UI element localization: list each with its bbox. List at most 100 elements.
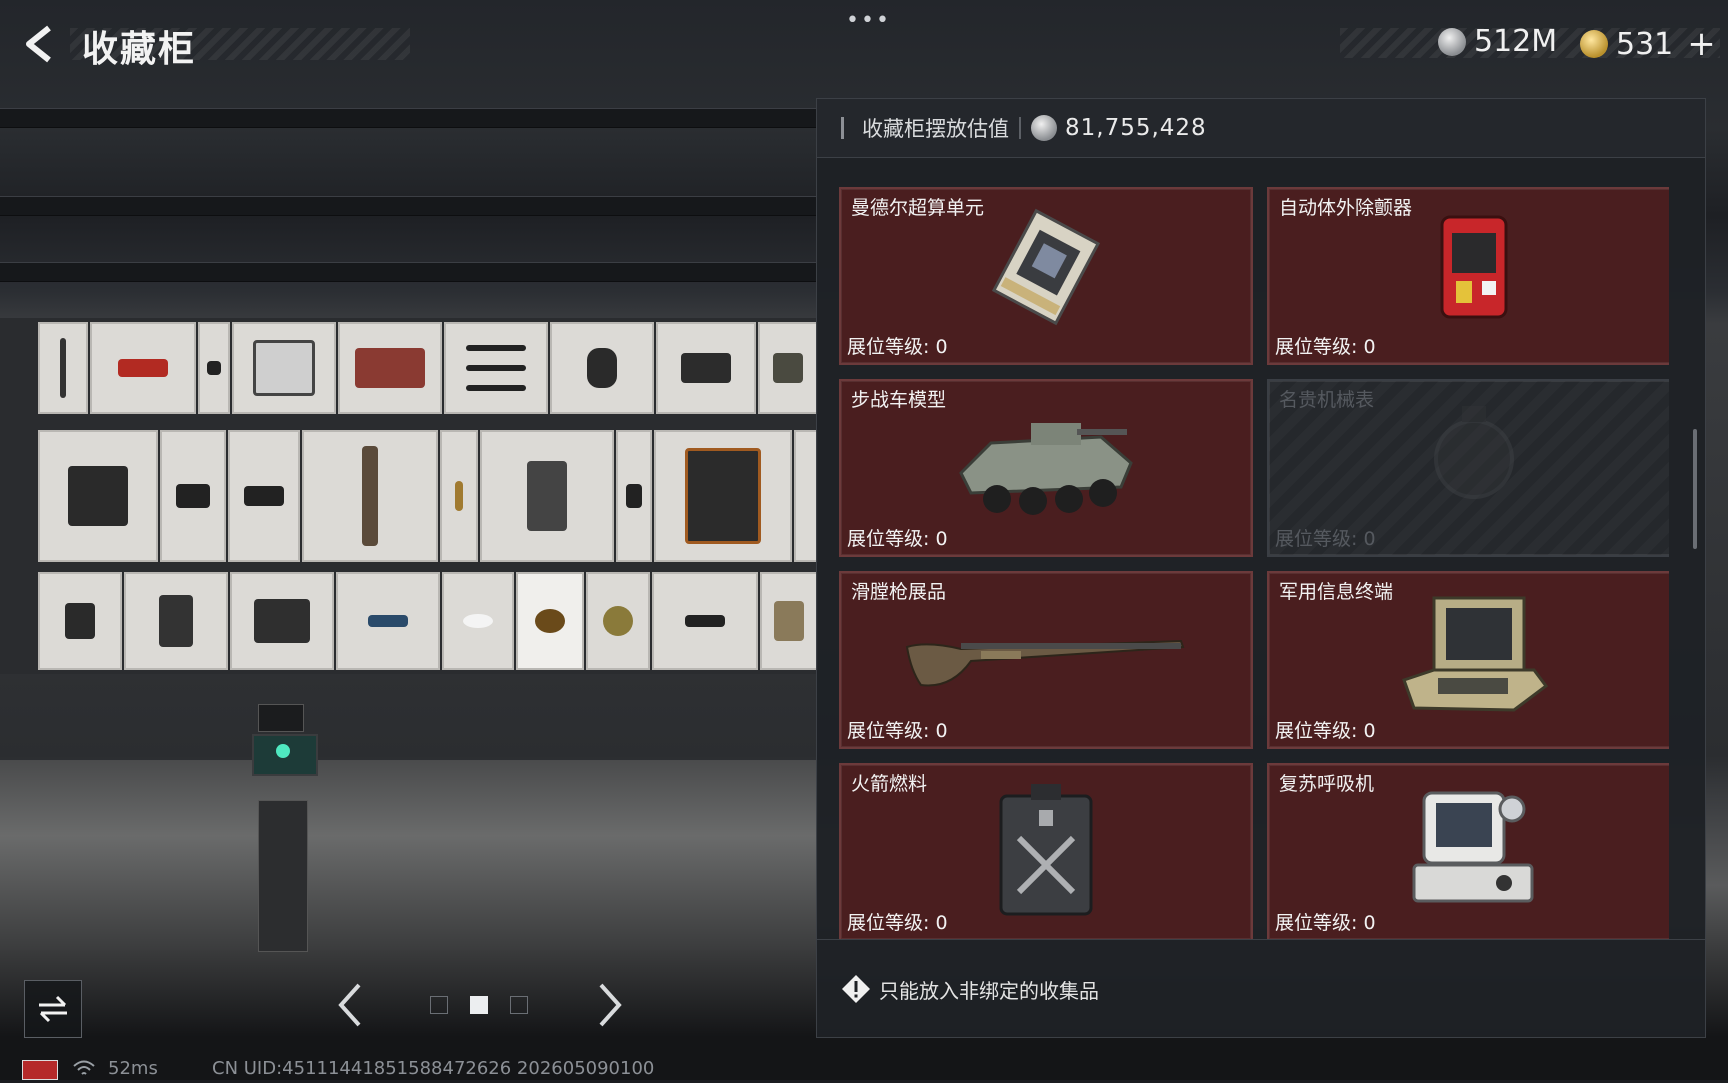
back-button[interactable] (20, 24, 60, 64)
shelf-cell (38, 322, 88, 414)
shelf-cell (550, 322, 654, 414)
shelf-cell (444, 322, 548, 414)
shelf-cell (160, 430, 226, 562)
silver-currency-value: 512M (1474, 24, 1558, 59)
gold-currency[interactable]: 531 + (1580, 24, 1716, 64)
shelf-cell (38, 572, 122, 670)
shelf-cell (758, 322, 818, 414)
shelf-cell (232, 322, 336, 414)
shelf-cell (198, 322, 230, 414)
collectible-name: 滑膛枪展品 (851, 581, 947, 603)
defibrillator-icon (1434, 207, 1514, 331)
shelf-cell (302, 430, 438, 562)
collectible-name: 火箭燃料 (851, 773, 928, 795)
next-page-button[interactable] (590, 980, 630, 1030)
booth-level: 展位等级: 0 (847, 720, 948, 742)
ceiling-beam (0, 108, 818, 128)
supercomputer-chip-icon (981, 207, 1111, 331)
booth-level: 展位等级: 0 (1275, 528, 1376, 550)
shelf-cell (480, 430, 614, 562)
booth-level: 展位等级: 0 (1275, 912, 1376, 934)
booth-level: 展位等级: 0 (1275, 720, 1376, 742)
rocket-fuel-can-icon (991, 780, 1101, 924)
booth-level: 展位等级: 0 (847, 528, 948, 550)
grid-scrollbar[interactable] (1693, 429, 1697, 549)
shelf-cell (654, 430, 792, 562)
header-accent-bar (841, 117, 844, 139)
estimate-header: 收藏柜摆放估值 81,755,428 (817, 99, 1705, 158)
shelf-cell (124, 572, 228, 670)
panel-footer: 只能放入非绑定的收集品 (817, 939, 1705, 1038)
gold-coin-icon (1580, 30, 1608, 58)
shelf-cell (656, 322, 756, 414)
swap-arrows-icon (39, 995, 67, 1023)
shelf-cell (442, 572, 514, 670)
shelf-cell (760, 572, 818, 670)
booth-level: 展位等级: 0 (847, 912, 948, 934)
chevron-right-icon (599, 983, 622, 1027)
collectible-name: 名贵机械表 (1279, 389, 1375, 411)
shelf-cell (230, 572, 334, 670)
ceiling-beam (0, 196, 818, 216)
shelf-cell (338, 322, 442, 414)
collectible-name: 步战车模型 (851, 389, 947, 411)
shelf-cell (228, 430, 300, 562)
gold-currency-value: 531 (1616, 26, 1674, 62)
shelf-cell (38, 430, 158, 562)
shelf-cell (336, 572, 440, 670)
collectible-name: 军用信息终端 (1279, 581, 1394, 603)
page-indicator-active[interactable] (470, 996, 488, 1014)
warning-diamond-icon (842, 975, 870, 1003)
collectible-card[interactable]: 步战车模型 展位等级: 0 (839, 379, 1253, 557)
add-currency-button[interactable]: + (1687, 24, 1716, 64)
musket-icon (901, 611, 1191, 695)
silver-coin-icon (1031, 115, 1057, 141)
collectible-card[interactable]: 火箭燃料 展位等级: 0 (839, 763, 1253, 939)
mechanical-watch-icon (1424, 404, 1524, 518)
estimate-value: 81,755,428 (1065, 115, 1207, 141)
military-terminal-icon (1394, 590, 1554, 724)
header-divider (1019, 117, 1021, 139)
shelf-cell (440, 430, 478, 562)
more-dots-icon[interactable]: ••• (846, 8, 891, 33)
shelf-cell (90, 322, 196, 414)
back-arrow-icon (26, 25, 51, 63)
collection-panel: 收藏柜摆放估值 81,755,428 曼德尔超算单元 展位等级: 0 自动体外除… (816, 98, 1706, 1038)
page-indicator[interactable] (510, 996, 528, 1014)
booth-level: 展位等级: 0 (847, 336, 948, 358)
floor (0, 760, 818, 950)
silver-coin-icon (1438, 27, 1466, 56)
collectible-card-locked[interactable]: 名贵机械表 展位等级: 0 (1267, 379, 1669, 557)
ceiling-beam (0, 262, 818, 282)
collection-terminal (252, 704, 318, 954)
collectible-grid: 曼德尔超算单元 展位等级: 0 自动体外除颤器 展位等级: 0 步战车模型 展位… (839, 187, 1669, 939)
silver-currency: 512M (1438, 24, 1557, 59)
display-shelf-wall (0, 318, 818, 674)
shelf-cell (616, 430, 652, 562)
collectible-name: 曼德尔超算单元 (851, 197, 985, 219)
collectible-name: 复苏呼吸机 (1279, 773, 1375, 795)
ifv-model-icon (951, 403, 1141, 527)
shelf-cell (516, 572, 584, 670)
wifi-icon (72, 1058, 96, 1083)
collectible-card[interactable]: 滑膛枪展品 展位等级: 0 (839, 571, 1253, 749)
page-title: 收藏柜 (82, 29, 197, 70)
ventilator-icon (1404, 785, 1544, 919)
collectible-card[interactable]: 自动体外除颤器 展位等级: 0 (1267, 187, 1669, 365)
shelf-cell (794, 430, 818, 562)
shelf-cell (586, 572, 650, 670)
collectible-card[interactable]: 复苏呼吸机 展位等级: 0 (1267, 763, 1669, 939)
top-bar: 收藏柜 ••• 512M 531 + (0, 0, 1728, 90)
booth-level: 展位等级: 0 (1275, 336, 1376, 358)
swap-button[interactable] (24, 980, 82, 1038)
collectible-card[interactable]: 曼德尔超算单元 展位等级: 0 (839, 187, 1253, 365)
chevron-left-icon (338, 983, 361, 1027)
battery-icon (22, 1060, 58, 1080)
estimate-label: 收藏柜摆放估值 (862, 117, 1009, 141)
status-bar: 52ms CN UID:4511144185158847262​6 202605… (0, 1058, 1728, 1080)
page-indicator[interactable] (430, 996, 448, 1014)
collectible-card[interactable]: 军用信息终端 展位等级: 0 (1267, 571, 1669, 749)
uid-text: CN UID:4511144185158847262​6 20260509010… (212, 1058, 655, 1079)
previous-page-button[interactable] (330, 980, 370, 1030)
shelf-cell (652, 572, 758, 670)
